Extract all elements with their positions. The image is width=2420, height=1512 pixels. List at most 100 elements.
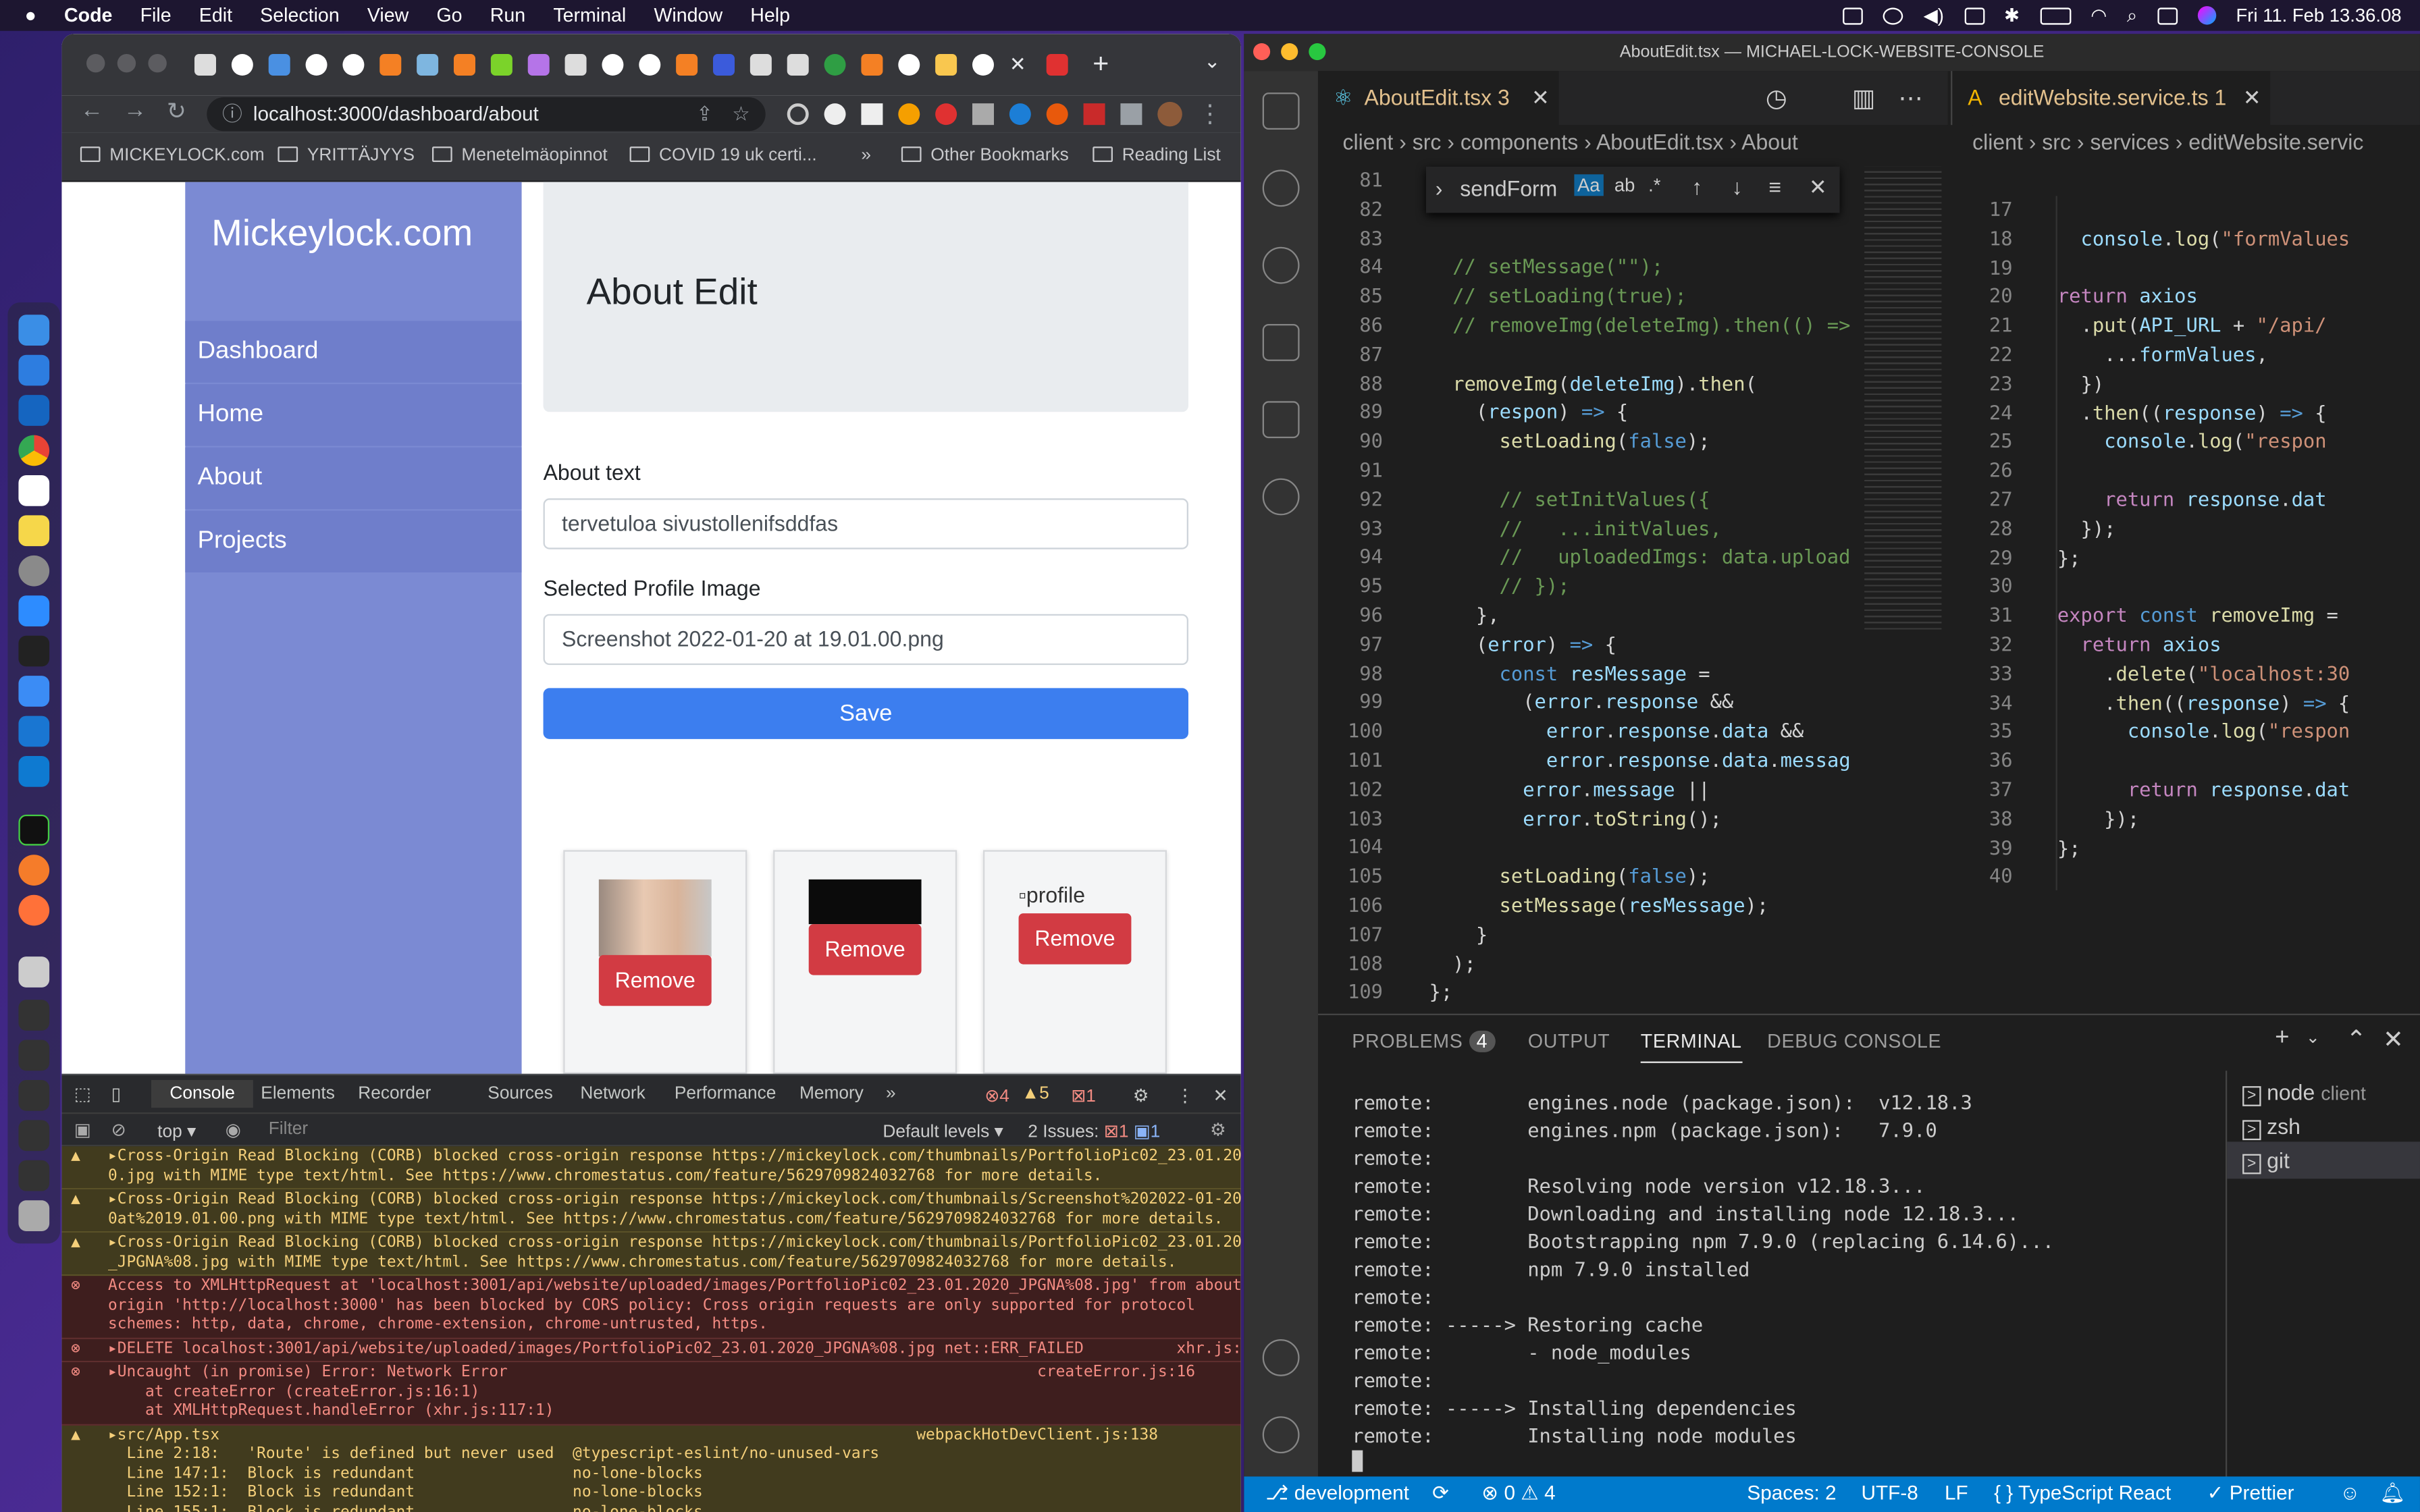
finder-icon[interactable] [18,315,50,346]
tab-favicon-icon[interactable] [824,53,846,76]
extension-icon[interactable] [824,103,846,126]
feedback-icon[interactable]: ☺ [2340,1481,2360,1504]
extensions-icon[interactable] [1262,401,1300,439]
tab-favicon-icon[interactable] [749,53,772,76]
find-input[interactable]: sendForm [1460,176,1557,201]
tab-sources[interactable]: Sources [488,1085,552,1103]
firefox-icon[interactable] [18,894,50,926]
tab-favicon-icon[interactable] [305,53,327,76]
outlook-icon[interactable] [18,395,50,426]
tab-favicon-icon[interactable] [602,53,624,76]
forward-icon[interactable]: → [124,97,147,124]
error-count-badge[interactable]: ⊗4 [984,1085,1009,1106]
tab-favicon-icon[interactable] [564,53,587,76]
iterm-icon[interactable] [18,814,50,846]
tab-favicon-icon[interactable] [342,53,365,76]
tab-favicon-icon[interactable] [231,53,253,76]
issues-button[interactable]: 2 Issues: ⊠1 ▣1 [1028,1120,1160,1141]
safari-icon[interactable] [18,855,50,886]
more-icon[interactable]: ⋮ [1198,99,1223,130]
tab-favicon-icon[interactable] [453,53,475,76]
regex-toggle[interactable]: .* [1648,174,1660,196]
timeline-icon[interactable]: ◷ [1766,83,1787,114]
battery-icon[interactable] [2039,7,2071,24]
sync-icon[interactable]: ⟳ [1432,1481,1449,1506]
console-message[interactable]: ▲ ▸Cross-Origin Read Blocking (CORB) bloc… [61,1233,1241,1276]
code-editor-right[interactable]: console.log("formValues return axios .pu… [2055,196,2420,890]
extension-icon[interactable] [1083,103,1105,126]
next-match-icon[interactable]: ↓ [1732,174,1743,199]
zoom-window-button[interactable] [1309,43,1326,61]
context-select[interactable]: top ▾ [157,1120,196,1141]
extension-icon[interactable] [935,103,957,126]
close-find-icon[interactable]: ✕ [1809,174,1827,200]
vscode-icon[interactable] [18,755,50,787]
site-brand[interactable]: Mickeylock.com [211,213,473,256]
kebab-menu-icon[interactable]: ⋮ [1176,1085,1194,1106]
tab-favicon-icon[interactable] [490,53,512,76]
warning-count-badge[interactable]: ▲5 [1022,1085,1049,1103]
branch-indicator[interactable]: ⎇ development [1265,1481,1409,1506]
share-icon[interactable]: ⇪ [696,97,713,131]
tab-favicon-icon[interactable] [935,53,957,76]
new-terminal-icon[interactable]: + [2275,1025,2289,1052]
remove-button[interactable]: Remove [1018,913,1132,965]
icloud-icon[interactable] [18,354,50,386]
menu-file[interactable]: File [140,5,172,26]
bookmark-star-icon[interactable]: ☆ [732,97,750,131]
window-thumb-icon[interactable] [18,1120,50,1152]
other-bookmarks[interactable]: Other Bookmarks [901,146,1069,165]
previous-match-icon[interactable]: ↑ [1691,174,1702,199]
terminal-dropdown-icon[interactable]: ⌄ [2306,1027,2320,1048]
tab-favicon-icon[interactable] [527,53,550,76]
settings-icon[interactable] [18,555,50,587]
notifications-icon[interactable]: 🔔︎ [2380,1481,2406,1506]
save-button[interactable]: Save [543,688,1188,739]
tab-favicon-icon[interactable] [787,53,809,76]
puzzle-icon[interactable] [1120,103,1142,126]
find-in-selection-icon[interactable]: ≡ [1768,174,1781,199]
levels-select[interactable]: Default levels ▾ [883,1120,1003,1141]
terminal-item-node[interactable]: > node client [2242,1080,2366,1106]
sidebar-toggle-icon[interactable]: ▣ [74,1118,91,1140]
zoom-icon[interactable] [18,595,50,626]
code-editor-left[interactable]: // setMessage(""); // setLoading(true); … [1429,167,1865,1008]
account-icon[interactable] [1262,1339,1300,1376]
eol-indicator[interactable]: LF [1945,1481,1968,1504]
clock[interactable]: Fri 11. Feb 13.36.08 [2236,5,2402,26]
run-debug-icon[interactable] [1262,323,1300,361]
console-message[interactable]: ▲ ▸src/App.tsx webpackHotDevClient.js:138… [61,1424,1241,1512]
wifi-icon[interactable]: ◠ [2090,5,2107,26]
split-editor-icon[interactable]: ▥ [1852,83,1876,114]
back-icon[interactable]: ← [80,97,103,124]
app-icon[interactable] [18,716,50,747]
close-tab-icon[interactable]: ✕ [1009,53,1026,78]
device-toggle-icon[interactable]: ▯ [111,1083,121,1104]
preview-icon[interactable] [18,956,50,988]
terminal-icon[interactable] [18,635,50,667]
menu-selection[interactable]: Selection [260,5,340,26]
extension-icon[interactable] [861,103,883,126]
avatar[interactable] [1157,101,1182,127]
panel-tab-terminal[interactable]: TERMINAL [1640,1031,1742,1063]
tab-favicon-icon[interactable] [417,53,439,76]
problems-indicator[interactable]: ⊗ 0 ⚠ 4 [1481,1481,1555,1506]
zoom-window-button[interactable] [148,53,167,73]
indentation-indicator[interactable]: Spaces: 2 [1747,1481,1836,1504]
tab-search-icon[interactable]: ⌄ [1204,49,1221,74]
reading-list[interactable]: Reading List [1093,146,1221,165]
tab-favicon-icon[interactable] [972,53,994,76]
address-bar[interactable]: ⓘ localhost:3000/dashboard/about ⇪ ☆ [207,97,766,132]
close-tab-icon[interactable]: ✕ [2243,71,2261,125]
console-message[interactable]: ▲ ▸Cross-Origin Read Blocking (CORB) bloc… [61,1189,1241,1233]
minimize-window-button[interactable] [1281,43,1298,61]
extension-icon[interactable] [1009,103,1031,126]
menu-terminal[interactable]: Terminal [553,5,626,26]
grid-icon[interactable] [1964,7,1984,24]
find-expand-icon[interactable]: › [1436,176,1443,201]
window-thumb-icon[interactable] [18,1000,50,1031]
tab-favicon-icon[interactable] [1046,53,1068,76]
match-case-toggle[interactable]: Aa [1574,174,1604,196]
terminal-item-git[interactable]: > git [2227,1141,2420,1179]
menu-edit[interactable]: Edit [199,5,232,26]
